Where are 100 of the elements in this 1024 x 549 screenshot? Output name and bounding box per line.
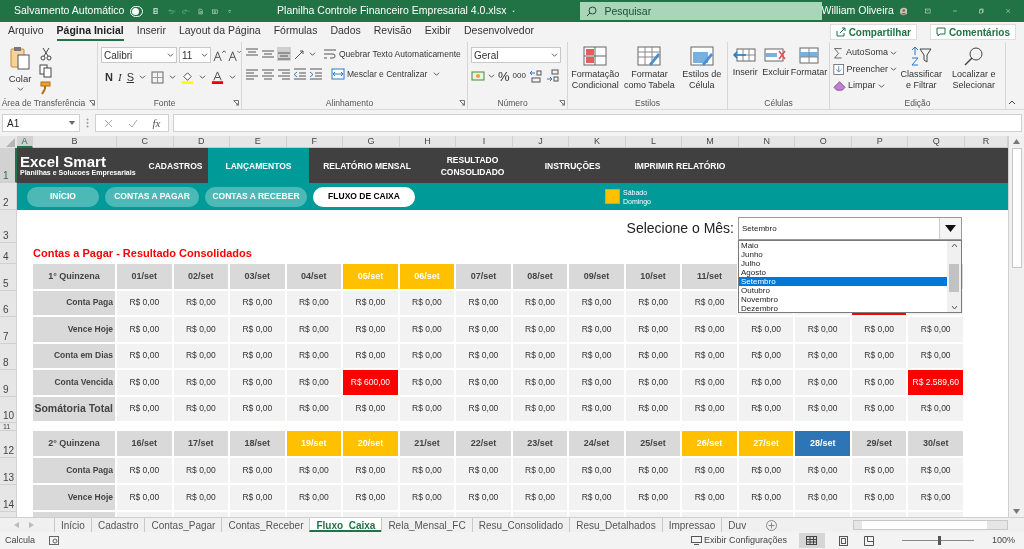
month-option[interactable]: Julho bbox=[739, 259, 947, 268]
row-number[interactable]: 9 bbox=[0, 370, 17, 397]
ribbon-tab[interactable]: Exibir bbox=[424, 23, 451, 41]
scroll-thumb[interactable] bbox=[862, 521, 987, 529]
copy-icon[interactable] bbox=[39, 64, 53, 78]
find-select-button[interactable]: Localizar e Selecionar bbox=[945, 46, 1002, 91]
month-option[interactable]: Dezembro bbox=[739, 304, 947, 313]
month-option[interactable]: Agosto bbox=[739, 268, 947, 277]
nav-tab[interactable]: RELATÓRIO MENSAL bbox=[309, 148, 425, 183]
orientation-icon[interactable] bbox=[293, 47, 307, 61]
add-sheet-icon[interactable] bbox=[766, 519, 778, 531]
scroll-down-icon[interactable] bbox=[950, 305, 958, 310]
cells-button[interactable]: Inserir bbox=[731, 46, 760, 78]
row-number[interactable]: 14 bbox=[0, 485, 17, 512]
normal-view-button[interactable] bbox=[798, 533, 825, 548]
scroll-up-icon[interactable] bbox=[1013, 139, 1020, 144]
dialog-launcher-icon[interactable] bbox=[459, 100, 465, 106]
decrease-decimal-icon[interactable] bbox=[545, 69, 560, 83]
style-button[interactable]: Formatação Condicional bbox=[571, 46, 620, 91]
grow-font-icon[interactable] bbox=[213, 48, 226, 62]
bold-button[interactable]: N bbox=[105, 69, 113, 86]
merge-center-button[interactable]: Mesclar e Centralizar bbox=[331, 67, 441, 81]
formula-input[interactable] bbox=[173, 114, 1022, 132]
row-number[interactable]: 2 bbox=[0, 183, 17, 210]
row-number[interactable]: 10 bbox=[0, 396, 17, 423]
row-number[interactable]: 6 bbox=[0, 290, 17, 317]
row-number[interactable]: 4 bbox=[0, 243, 17, 264]
font-color-icon[interactable] bbox=[210, 70, 224, 84]
italic-button[interactable]: I bbox=[117, 69, 122, 86]
search-field[interactable]: Pesquisar bbox=[579, 2, 822, 20]
zoom-slider[interactable] bbox=[901, 536, 974, 545]
ribbon-tab[interactable]: Revisão bbox=[373, 23, 412, 41]
dialog-launcher-icon[interactable] bbox=[559, 100, 565, 106]
increase-decimal-icon[interactable] bbox=[528, 69, 543, 83]
ribbon-tab[interactable]: Layout da Página bbox=[178, 23, 261, 41]
collapse-ribbon-icon[interactable] bbox=[1008, 100, 1016, 105]
increase-indent-icon[interactable] bbox=[309, 67, 323, 81]
cells-button[interactable]: Formatar bbox=[792, 46, 826, 78]
scroll-up-icon[interactable] bbox=[950, 243, 958, 248]
row-number[interactable]: 7 bbox=[0, 317, 17, 344]
nav-tab[interactable]: IMPRIMIR RELATÓRIO bbox=[625, 148, 735, 183]
sort-filter-button[interactable]: Classificar e Filtrar bbox=[899, 46, 944, 91]
sheet-tab[interactable]: Fluxo_Caixa bbox=[309, 518, 382, 532]
column-header[interactable]: A bbox=[17, 136, 33, 148]
ribbon-display-icon[interactable] bbox=[925, 6, 931, 16]
horizontal-scrollbar[interactable] bbox=[853, 520, 1008, 530]
ribbon-tab[interactable]: Desenvolvedor bbox=[463, 23, 534, 41]
nav-tab[interactable]: CADASTROS bbox=[143, 148, 208, 183]
vertical-scrollbar[interactable] bbox=[1008, 136, 1024, 517]
name-box[interactable]: A1 bbox=[2, 114, 80, 132]
fill-down-icon[interactable] bbox=[833, 62, 845, 76]
nav-tab[interactable]: INSTRUÇÕES bbox=[520, 148, 625, 183]
row-number[interactable]: 12 bbox=[0, 431, 17, 458]
editing-button[interactable]: Preencher bbox=[833, 62, 897, 76]
decrease-indent-icon[interactable] bbox=[293, 67, 307, 81]
eraser-icon[interactable] bbox=[833, 79, 846, 93]
align-center-icon[interactable] bbox=[261, 67, 275, 81]
ribbon-tab[interactable]: Dados bbox=[330, 23, 361, 41]
customize-caret-icon[interactable] bbox=[227, 7, 232, 15]
cells-button[interactable]: Excluir bbox=[761, 46, 790, 78]
month-option[interactable]: Junho bbox=[739, 250, 947, 259]
paste-button[interactable]: Colar bbox=[3, 46, 37, 93]
confirm-icon[interactable] bbox=[127, 118, 138, 128]
editing-button[interactable]: Limpar bbox=[833, 79, 897, 93]
scissors-icon[interactable] bbox=[39, 47, 53, 61]
restore-icon[interactable] bbox=[979, 6, 984, 16]
subnav-button[interactable]: FLUXO DE CAIXA bbox=[313, 186, 415, 207]
wrap-text-icon[interactable] bbox=[323, 47, 337, 61]
nav-tab[interactable]: RESULTADO CONSOLIDADO bbox=[425, 148, 520, 183]
share-button[interactable]: Compartilhar bbox=[829, 24, 917, 40]
row-number[interactable]: 3 bbox=[0, 210, 17, 243]
currency-icon[interactable] bbox=[471, 69, 485, 83]
cancel-icon[interactable] bbox=[103, 118, 113, 128]
month-dropdown[interactable]: Setembro bbox=[738, 217, 962, 240]
month-option[interactable]: Setembro bbox=[739, 277, 947, 286]
align-right-icon[interactable] bbox=[277, 67, 291, 81]
dialog-launcher-icon[interactable] bbox=[89, 100, 96, 106]
shrink-font-icon[interactable] bbox=[228, 48, 241, 62]
month-option[interactable]: Outubro bbox=[739, 286, 947, 295]
percent-button[interactable]: % bbox=[498, 69, 510, 83]
row-number[interactable]: 5 bbox=[0, 264, 17, 291]
comments-button[interactable]: Comentários bbox=[929, 24, 1016, 40]
display-settings-button[interactable]: Exibir Configurações bbox=[690, 533, 787, 548]
row-number[interactable]: 8 bbox=[0, 343, 17, 370]
paintbrush-icon[interactable] bbox=[39, 81, 53, 95]
align-left-icon[interactable] bbox=[245, 67, 259, 81]
month-option[interactable]: Novembro bbox=[739, 295, 947, 304]
thousands-button[interactable]: 000 bbox=[512, 70, 526, 82]
scroll-down-icon[interactable] bbox=[1013, 509, 1020, 514]
borders-icon[interactable] bbox=[150, 70, 164, 84]
macro-record-icon[interactable] bbox=[49, 536, 59, 545]
ribbon-tab[interactable]: Arquivo bbox=[8, 23, 44, 41]
editing-button[interactable]: AutoSoma bbox=[833, 46, 897, 60]
month-list[interactable]: Maio Junho Julho Agosto Setembro Outubro Novembro Dezembro bbox=[738, 240, 962, 313]
align-middle-icon[interactable] bbox=[261, 47, 275, 61]
merge-icon[interactable] bbox=[331, 67, 345, 81]
row-number[interactable]: 13 bbox=[0, 458, 17, 485]
dialog-launcher-icon[interactable] bbox=[233, 100, 239, 106]
style-button[interactable]: Formatar como Tabela bbox=[621, 46, 678, 91]
close-icon[interactable] bbox=[1005, 6, 1010, 16]
